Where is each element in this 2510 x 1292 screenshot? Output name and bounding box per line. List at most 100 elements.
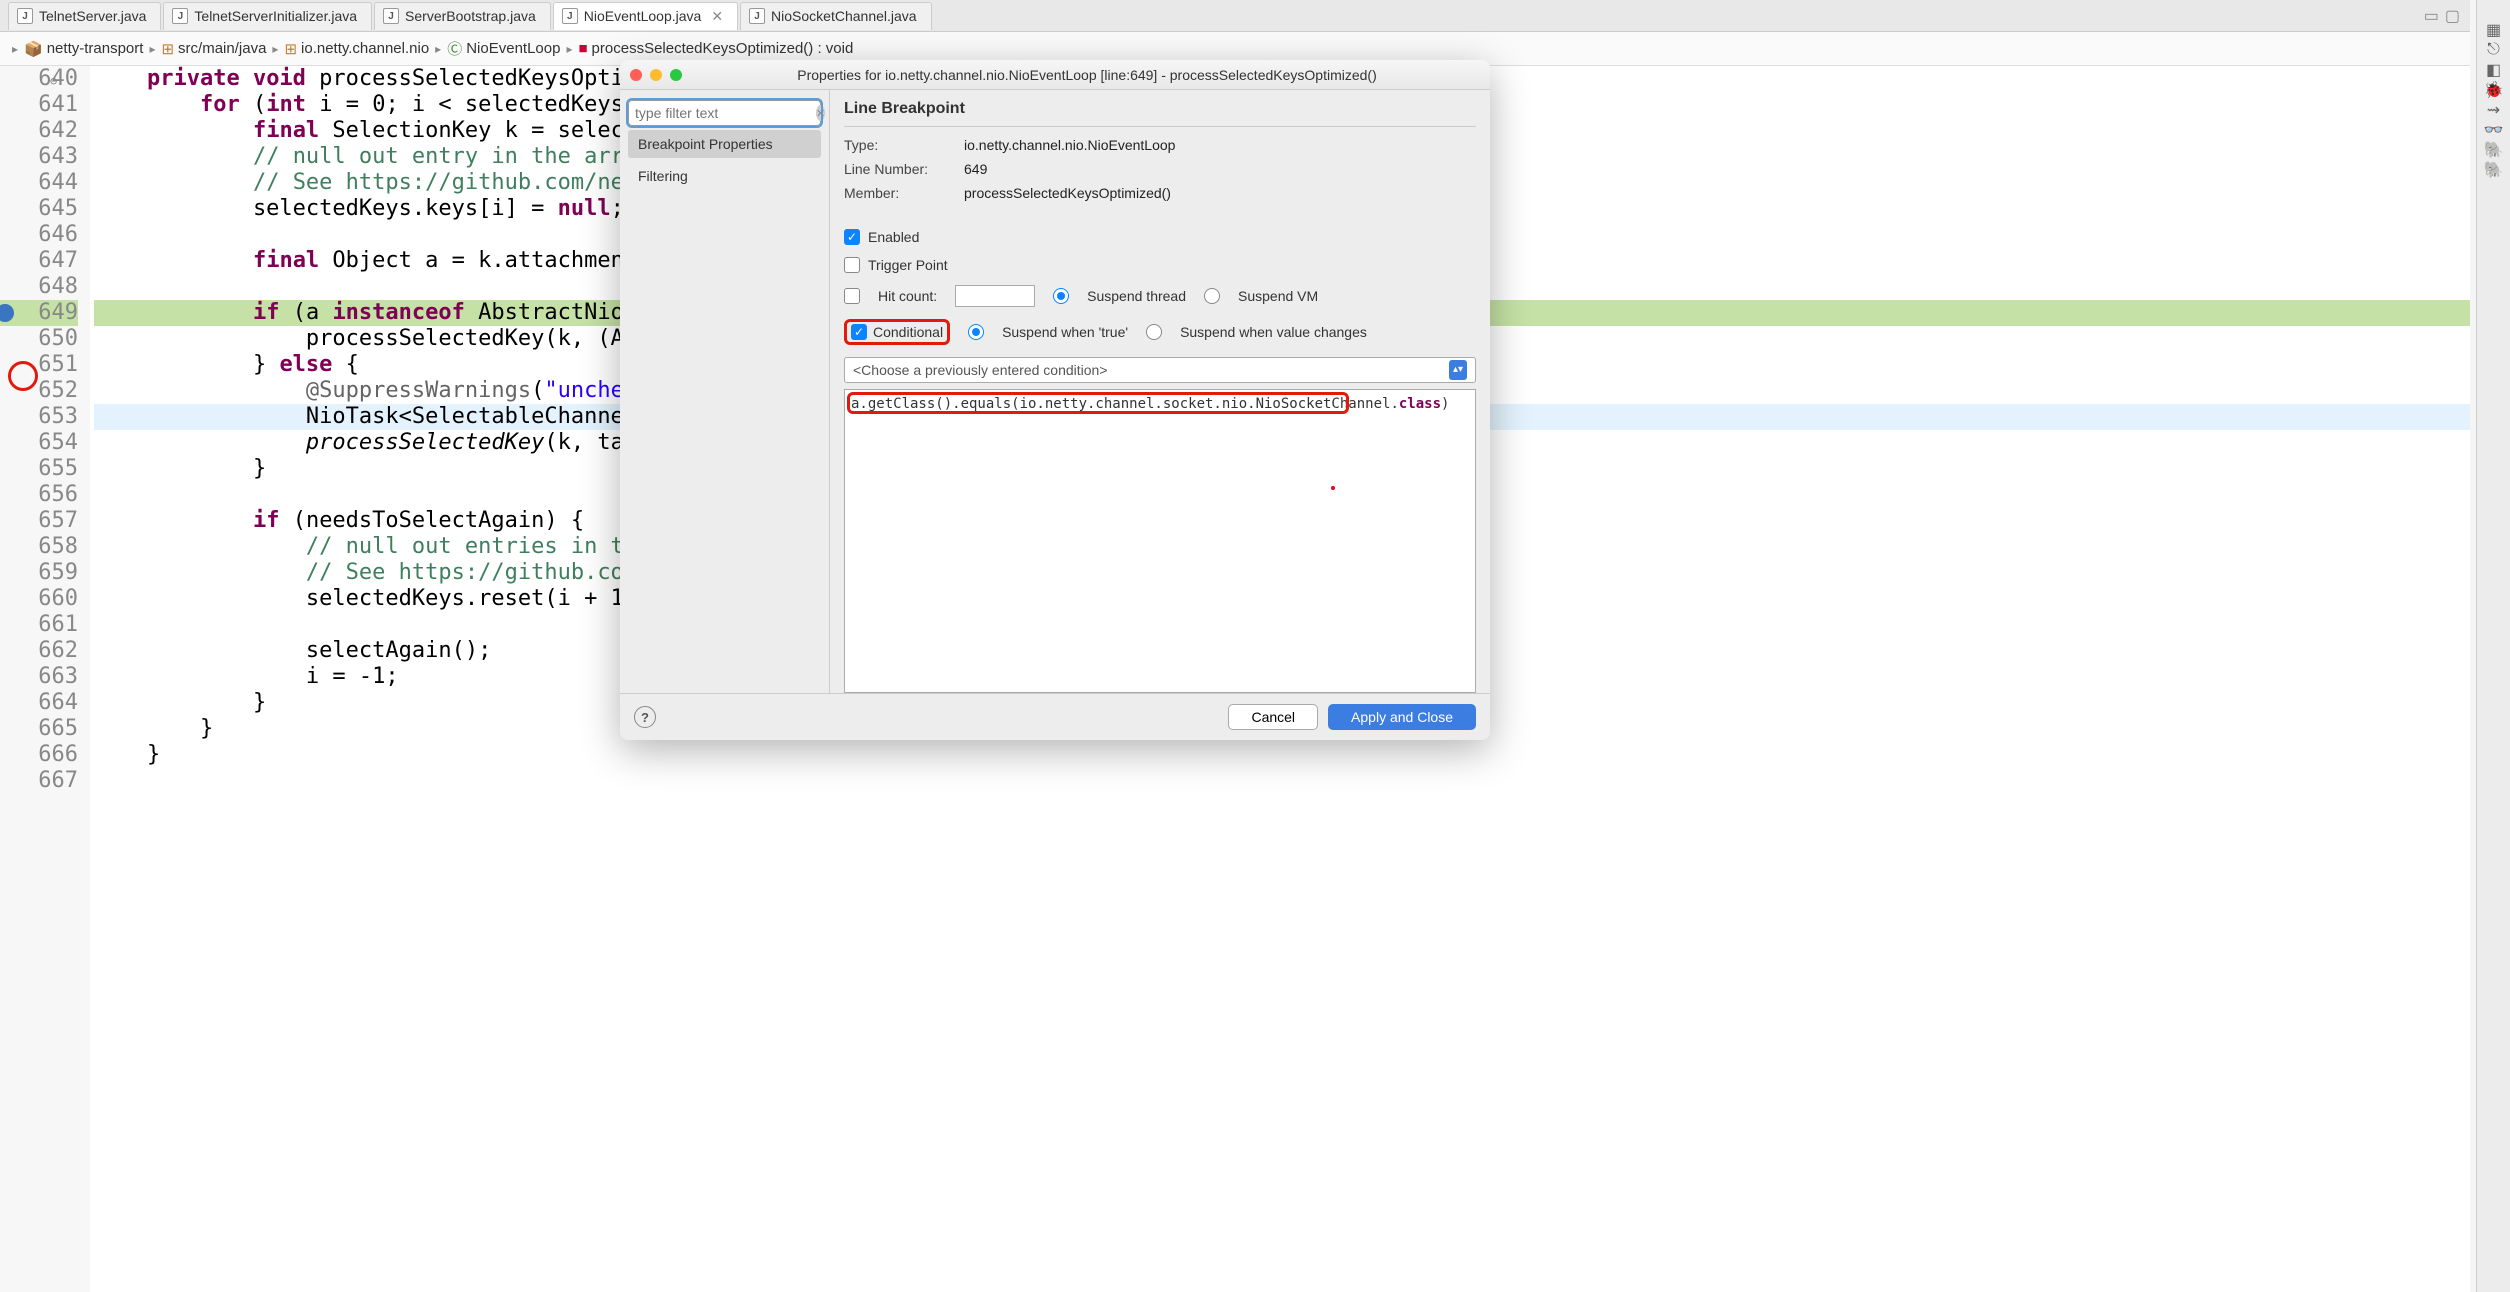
sidebar-tree-item[interactable]: Filtering xyxy=(628,162,821,190)
toolbar-icon[interactable]: 👓 xyxy=(2484,120,2504,140)
line-number[interactable]: 648 xyxy=(0,274,78,300)
toolbar-icon[interactable]: ⎋ xyxy=(2484,40,2504,60)
line-number[interactable]: 667 xyxy=(0,768,78,794)
line-number[interactable]: 650 xyxy=(0,326,78,352)
suspend-when-change-label: Suspend when value changes xyxy=(1180,324,1367,340)
code-line[interactable] xyxy=(94,768,2470,794)
editor-tab[interactable]: JTelnetServerInitializer.java xyxy=(163,2,372,30)
condition-textarea[interactable]: a.getClass().equals(io.netty.channel.soc… xyxy=(844,389,1476,693)
line-number[interactable]: 660 xyxy=(0,586,78,612)
line-number[interactable]: 666 xyxy=(0,742,78,768)
maximize-icon[interactable]: ▢ xyxy=(2445,6,2460,26)
type-value: io.netty.channel.nio.NioEventLoop xyxy=(964,137,1175,153)
suspend-when-change-radio[interactable] xyxy=(1146,324,1162,340)
breadcrumb-item[interactable]: 📦 netty-transport xyxy=(24,40,143,58)
dialog-titlebar[interactable]: Properties for io.netty.channel.nio.NioE… xyxy=(620,60,1490,90)
breakpoint-properties-dialog: Properties for io.netty.channel.nio.NioE… xyxy=(620,60,1490,740)
chevron-updown-icon: ▴▾ xyxy=(1449,360,1467,380)
line-number[interactable]: 657 xyxy=(0,508,78,534)
editor-tab[interactable]: J NioEventLoop.java ✕ xyxy=(553,2,738,30)
previous-condition-select[interactable]: <Choose a previously entered condition> … xyxy=(844,357,1476,383)
section-heading: Line Breakpoint xyxy=(844,100,1476,118)
suspend-when-true-label: Suspend when 'true' xyxy=(1002,324,1128,340)
toolbar-icon[interactable]: 🐘 xyxy=(2484,160,2504,180)
tab-label: NioEventLoop.java xyxy=(584,8,702,24)
conditional-checkbox[interactable]: ✓ xyxy=(851,324,867,340)
line-number[interactable]: 645 xyxy=(0,196,78,222)
toolbar-icon[interactable]: ▦ xyxy=(2484,20,2504,40)
editor-tab[interactable]: J NioSocketChannel.java xyxy=(740,2,932,30)
line-number[interactable]: 649 xyxy=(0,300,78,326)
close-icon[interactable] xyxy=(630,69,642,81)
editor-tab[interactable]: J TelnetServer.java xyxy=(8,2,161,30)
trigger-point-checkbox[interactable] xyxy=(844,257,860,273)
line-number[interactable]: 663 xyxy=(0,664,78,690)
line-number[interactable]: 664 xyxy=(0,690,78,716)
suspend-vm-radio[interactable] xyxy=(1204,288,1220,304)
line-number[interactable]: 656 xyxy=(0,482,78,508)
tab-label: NioSocketChannel.java xyxy=(771,8,917,24)
sidebar-tree-item[interactable]: Breakpoint Properties xyxy=(628,130,821,158)
breadcrumb-item[interactable]: ⊞ src/main/java xyxy=(161,40,266,58)
editor-tab[interactable]: J ServerBootstrap.java xyxy=(374,2,551,30)
breakpoint-icon[interactable] xyxy=(0,304,14,322)
line-number-value: 649 xyxy=(964,161,987,177)
trigger-point-label: Trigger Point xyxy=(868,257,948,273)
minimize-icon[interactable]: ▭ xyxy=(2424,6,2439,26)
apply-and-close-button[interactable]: Apply and Close xyxy=(1328,704,1476,730)
breadcrumb-item[interactable]: ■ processSelectedKeysOptimized() : void xyxy=(578,40,853,57)
line-number[interactable]: 642 xyxy=(0,118,78,144)
java-file-icon: J xyxy=(562,8,578,24)
suspend-thread-label: Suspend thread xyxy=(1087,288,1186,304)
line-number[interactable]: 653 xyxy=(0,404,78,430)
cancel-button[interactable]: Cancel xyxy=(1228,704,1318,730)
line-number[interactable]: 644 xyxy=(0,170,78,196)
line-number[interactable]: 643 xyxy=(0,144,78,170)
line-number[interactable]: 665 xyxy=(0,716,78,742)
line-number[interactable]: 655 xyxy=(0,456,78,482)
java-file-icon: J xyxy=(749,8,765,24)
toolbar-icon[interactable]: ⇝ xyxy=(2484,100,2504,120)
zoom-icon[interactable] xyxy=(670,69,682,81)
line-gutter: ⊖640641642643644645646647648649650651652… xyxy=(0,66,90,1292)
breadcrumb-item[interactable]: Ⓒ NioEventLoop xyxy=(447,38,560,59)
editor-tabs: J TelnetServer.java JTelnetServerInitializ… xyxy=(0,0,2470,32)
dialog-title: Properties for io.netty.channel.nio.NioE… xyxy=(694,67,1480,83)
hit-count-label: Hit count: xyxy=(878,288,937,304)
close-icon[interactable]: ✕ xyxy=(711,8,723,25)
line-number[interactable]: 661 xyxy=(0,612,78,638)
line-number[interactable]: 641 xyxy=(0,92,78,118)
tab-label: ServerBootstrap.java xyxy=(405,8,536,24)
toolbar-icon[interactable]: 🐞 xyxy=(2484,80,2504,100)
filter-text-field[interactable] xyxy=(635,105,816,121)
java-file-icon: J xyxy=(383,8,399,24)
help-icon[interactable]: ? xyxy=(634,706,656,728)
suspend-thread-radio[interactable] xyxy=(1053,288,1069,304)
tab-label: TelnetServer.java xyxy=(39,8,146,24)
dialog-sidebar: ✕ Breakpoint Properties Filtering xyxy=(620,90,830,693)
line-number[interactable]: 646 xyxy=(0,222,78,248)
breadcrumb-item[interactable]: ⊞ io.netty.channel.nio xyxy=(284,40,429,58)
clear-icon[interactable]: ✕ xyxy=(816,105,825,121)
line-number[interactable]: 654 xyxy=(0,430,78,456)
conditional-label: Conditional xyxy=(873,324,943,340)
hit-count-checkbox[interactable] xyxy=(844,288,860,304)
suspend-vm-label: Suspend VM xyxy=(1238,288,1318,304)
member-value: processSelectedKeysOptimized() xyxy=(964,185,1171,201)
filter-input: ✕ xyxy=(628,100,821,126)
minimize-icon[interactable] xyxy=(650,69,662,81)
line-number[interactable]: 662 xyxy=(0,638,78,664)
suspend-when-true-radio[interactable] xyxy=(968,324,984,340)
code-line[interactable]: } xyxy=(94,742,2470,768)
line-number[interactable]: ⊖640 xyxy=(0,66,78,92)
java-file-icon: J xyxy=(17,8,33,24)
toolbar-icon[interactable]: ◧ xyxy=(2484,60,2504,80)
breakpoint-highlight-ring xyxy=(8,361,38,391)
line-number[interactable]: 647 xyxy=(0,248,78,274)
toolbar-icon[interactable]: 🐘 xyxy=(2484,140,2504,160)
right-toolbar: ▦⎋◧🐞⇝👓🐘🐘 xyxy=(2476,0,2510,1292)
enabled-checkbox[interactable]: ✓ xyxy=(844,229,860,245)
line-number[interactable]: 658 xyxy=(0,534,78,560)
line-number[interactable]: 659 xyxy=(0,560,78,586)
hit-count-input[interactable] xyxy=(955,285,1035,307)
